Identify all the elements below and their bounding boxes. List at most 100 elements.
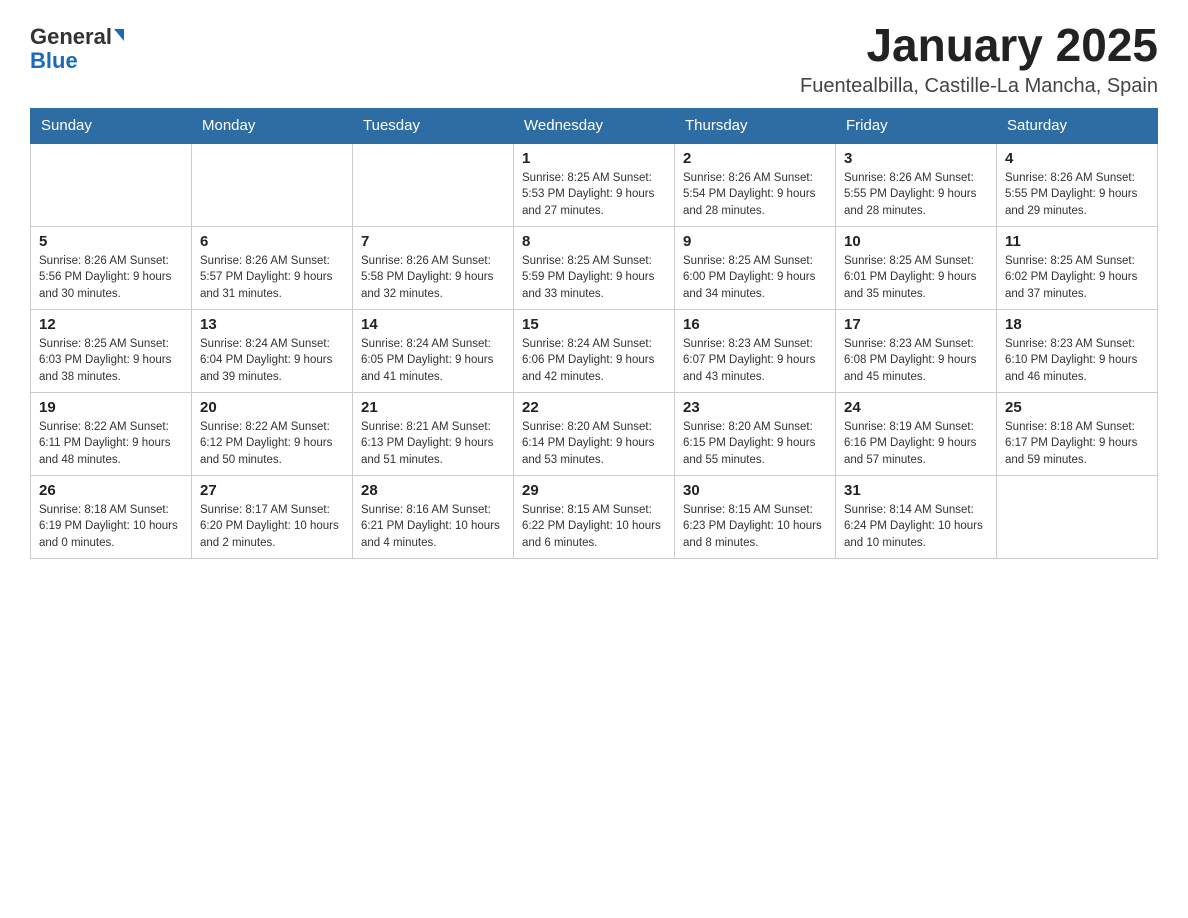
table-row: 16Sunrise: 8:23 AM Sunset: 6:07 PM Dayli…	[675, 309, 836, 392]
table-row	[997, 475, 1158, 558]
day-info: Sunrise: 8:15 AM Sunset: 6:23 PM Dayligh…	[683, 502, 827, 552]
day-number: 1	[522, 150, 666, 167]
day-number: 26	[39, 482, 183, 499]
day-number: 11	[1005, 233, 1149, 250]
page-header: GeneralBlue January 2025 Fuentealbilla, …	[30, 20, 1158, 98]
table-row: 22Sunrise: 8:20 AM Sunset: 6:14 PM Dayli…	[514, 392, 675, 475]
table-row: 27 Sunrise: 8:17 AM Sunset: 6:20 PM Dayli…	[192, 475, 353, 558]
table-row: 17 Sunrise: 8:23 AM Sunset: 6:08 PM Dayli…	[836, 309, 997, 392]
day-info: Sunrise: 8:25 AM Sunset: 6:02 PM Dayligh…	[1005, 253, 1149, 303]
day-info: Sunrise: 8:26 AM Sunset: 5:58 PM Dayligh…	[361, 253, 505, 303]
day-info: Sunrise: 8:25 AM Sunset: 5:53 PM Dayligh…	[522, 170, 666, 220]
day-info: Sunrise: 8:23 AM Sunset: 6:10 PM Dayligh…	[1005, 336, 1149, 386]
day-info: Sunrise: 8:26 AM Sunset: 5:55 PM Dayligh…	[844, 170, 988, 220]
day-number: 18	[1005, 316, 1149, 333]
day-info: Sunrise: 8:22 AM Sunset: 6:12 PM Dayligh…	[200, 419, 344, 469]
table-row: 6Sunrise: 8:26 AM Sunset: 5:57 PM Daylig…	[192, 226, 353, 309]
day-number: 5	[39, 233, 183, 250]
table-row: 13 Sunrise: 8:24 AM Sunset: 6:04 PM Dayli…	[192, 309, 353, 392]
day-info: Sunrise: 8:15 AM Sunset: 6:22 PM Dayligh…	[522, 502, 666, 552]
table-row: 14Sunrise: 8:24 AM Sunset: 6:05 PM Dayli…	[353, 309, 514, 392]
calendar-title: January 2025	[800, 20, 1158, 71]
day-info: Sunrise: 8:24 AM Sunset: 6:05 PM Dayligh…	[361, 336, 505, 386]
calendar-week-row: 5Sunrise: 8:26 AM Sunset: 5:56 PM Daylig…	[31, 226, 1158, 309]
col-sunday: Sunday	[31, 108, 192, 143]
calendar-week-row: 26 Sunrise: 8:18 AM Sunset: 6:19 PM Dayli…	[31, 475, 1158, 558]
table-row: 25 Sunrise: 8:18 AM Sunset: 6:17 PM Dayli…	[997, 392, 1158, 475]
day-number: 12	[39, 316, 183, 333]
table-row: 5Sunrise: 8:26 AM Sunset: 5:56 PM Daylig…	[31, 226, 192, 309]
col-thursday: Thursday	[675, 108, 836, 143]
table-row: 23 Sunrise: 8:20 AM Sunset: 6:15 PM Dayli…	[675, 392, 836, 475]
day-number: 4	[1005, 150, 1149, 167]
day-number: 3	[844, 150, 988, 167]
logo-blue-text: Blue	[30, 48, 78, 73]
col-monday: Monday	[192, 108, 353, 143]
day-number: 27	[200, 482, 344, 499]
day-number: 8	[522, 233, 666, 250]
calendar-subtitle: Fuentealbilla, Castille-La Mancha, Spain	[800, 75, 1158, 98]
table-row: 18 Sunrise: 8:23 AM Sunset: 6:10 PM Dayli…	[997, 309, 1158, 392]
table-row: 3 Sunrise: 8:26 AM Sunset: 5:55 PM Daylig…	[836, 143, 997, 227]
logo: GeneralBlue	[30, 20, 124, 73]
day-info: Sunrise: 8:18 AM Sunset: 6:17 PM Dayligh…	[1005, 419, 1149, 469]
table-row: 10 Sunrise: 8:25 AM Sunset: 6:01 PM Dayli…	[836, 226, 997, 309]
calendar-header-row: Sunday Monday Tuesday Wednesday Thursday…	[31, 108, 1158, 143]
day-info: Sunrise: 8:26 AM Sunset: 5:54 PM Dayligh…	[683, 170, 827, 220]
table-row: 15Sunrise: 8:24 AM Sunset: 6:06 PM Dayli…	[514, 309, 675, 392]
calendar-body: 1 Sunrise: 8:25 AM Sunset: 5:53 PM Daylig…	[31, 143, 1158, 559]
table-row: 20 Sunrise: 8:22 AM Sunset: 6:12 PM Dayli…	[192, 392, 353, 475]
calendar-table: Sunday Monday Tuesday Wednesday Thursday…	[30, 108, 1158, 559]
day-info: Sunrise: 8:19 AM Sunset: 6:16 PM Dayligh…	[844, 419, 988, 469]
day-number: 10	[844, 233, 988, 250]
table-row: 28Sunrise: 8:16 AM Sunset: 6:21 PM Dayli…	[353, 475, 514, 558]
logo-triangle-icon	[114, 29, 124, 41]
day-number: 16	[683, 316, 827, 333]
day-number: 25	[1005, 399, 1149, 416]
day-number: 29	[522, 482, 666, 499]
day-number: 23	[683, 399, 827, 416]
table-row	[192, 143, 353, 227]
day-info: Sunrise: 8:25 AM Sunset: 5:59 PM Dayligh…	[522, 253, 666, 303]
table-row: 31 Sunrise: 8:14 AM Sunset: 6:24 PM Dayli…	[836, 475, 997, 558]
day-info: Sunrise: 8:21 AM Sunset: 6:13 PM Dayligh…	[361, 419, 505, 469]
table-row: 4 Sunrise: 8:26 AM Sunset: 5:55 PM Daylig…	[997, 143, 1158, 227]
day-info: Sunrise: 8:25 AM Sunset: 6:03 PM Dayligh…	[39, 336, 183, 386]
day-number: 21	[361, 399, 505, 416]
day-info: Sunrise: 8:20 AM Sunset: 6:14 PM Dayligh…	[522, 419, 666, 469]
col-friday: Friday	[836, 108, 997, 143]
table-row: 11 Sunrise: 8:25 AM Sunset: 6:02 PM Dayli…	[997, 226, 1158, 309]
table-row: 24 Sunrise: 8:19 AM Sunset: 6:16 PM Dayli…	[836, 392, 997, 475]
day-info: Sunrise: 8:23 AM Sunset: 6:08 PM Dayligh…	[844, 336, 988, 386]
day-number: 20	[200, 399, 344, 416]
day-number: 31	[844, 482, 988, 499]
table-row: 2 Sunrise: 8:26 AM Sunset: 5:54 PM Daylig…	[675, 143, 836, 227]
day-number: 7	[361, 233, 505, 250]
col-wednesday: Wednesday	[514, 108, 675, 143]
day-number: 17	[844, 316, 988, 333]
day-info: Sunrise: 8:16 AM Sunset: 6:21 PM Dayligh…	[361, 502, 505, 552]
table-row: 9Sunrise: 8:25 AM Sunset: 6:00 PM Daylig…	[675, 226, 836, 309]
table-row: 12 Sunrise: 8:25 AM Sunset: 6:03 PM Dayli…	[31, 309, 192, 392]
table-row	[31, 143, 192, 227]
day-info: Sunrise: 8:25 AM Sunset: 6:00 PM Dayligh…	[683, 253, 827, 303]
day-info: Sunrise: 8:14 AM Sunset: 6:24 PM Dayligh…	[844, 502, 988, 552]
day-number: 15	[522, 316, 666, 333]
calendar-week-row: 1 Sunrise: 8:25 AM Sunset: 5:53 PM Daylig…	[31, 143, 1158, 227]
day-number: 13	[200, 316, 344, 333]
day-info: Sunrise: 8:26 AM Sunset: 5:55 PM Dayligh…	[1005, 170, 1149, 220]
day-info: Sunrise: 8:25 AM Sunset: 6:01 PM Dayligh…	[844, 253, 988, 303]
table-row: 30Sunrise: 8:15 AM Sunset: 6:23 PM Dayli…	[675, 475, 836, 558]
calendar-week-row: 19Sunrise: 8:22 AM Sunset: 6:11 PM Dayli…	[31, 392, 1158, 475]
day-number: 2	[683, 150, 827, 167]
day-info: Sunrise: 8:18 AM Sunset: 6:19 PM Dayligh…	[39, 502, 183, 552]
table-row: 21 Sunrise: 8:21 AM Sunset: 6:13 PM Dayli…	[353, 392, 514, 475]
day-info: Sunrise: 8:24 AM Sunset: 6:04 PM Dayligh…	[200, 336, 344, 386]
calendar-week-row: 12 Sunrise: 8:25 AM Sunset: 6:03 PM Dayli…	[31, 309, 1158, 392]
col-saturday: Saturday	[997, 108, 1158, 143]
table-row: 7 Sunrise: 8:26 AM Sunset: 5:58 PM Daylig…	[353, 226, 514, 309]
day-number: 24	[844, 399, 988, 416]
day-info: Sunrise: 8:20 AM Sunset: 6:15 PM Dayligh…	[683, 419, 827, 469]
day-info: Sunrise: 8:17 AM Sunset: 6:20 PM Dayligh…	[200, 502, 344, 552]
day-info: Sunrise: 8:26 AM Sunset: 5:57 PM Dayligh…	[200, 253, 344, 303]
